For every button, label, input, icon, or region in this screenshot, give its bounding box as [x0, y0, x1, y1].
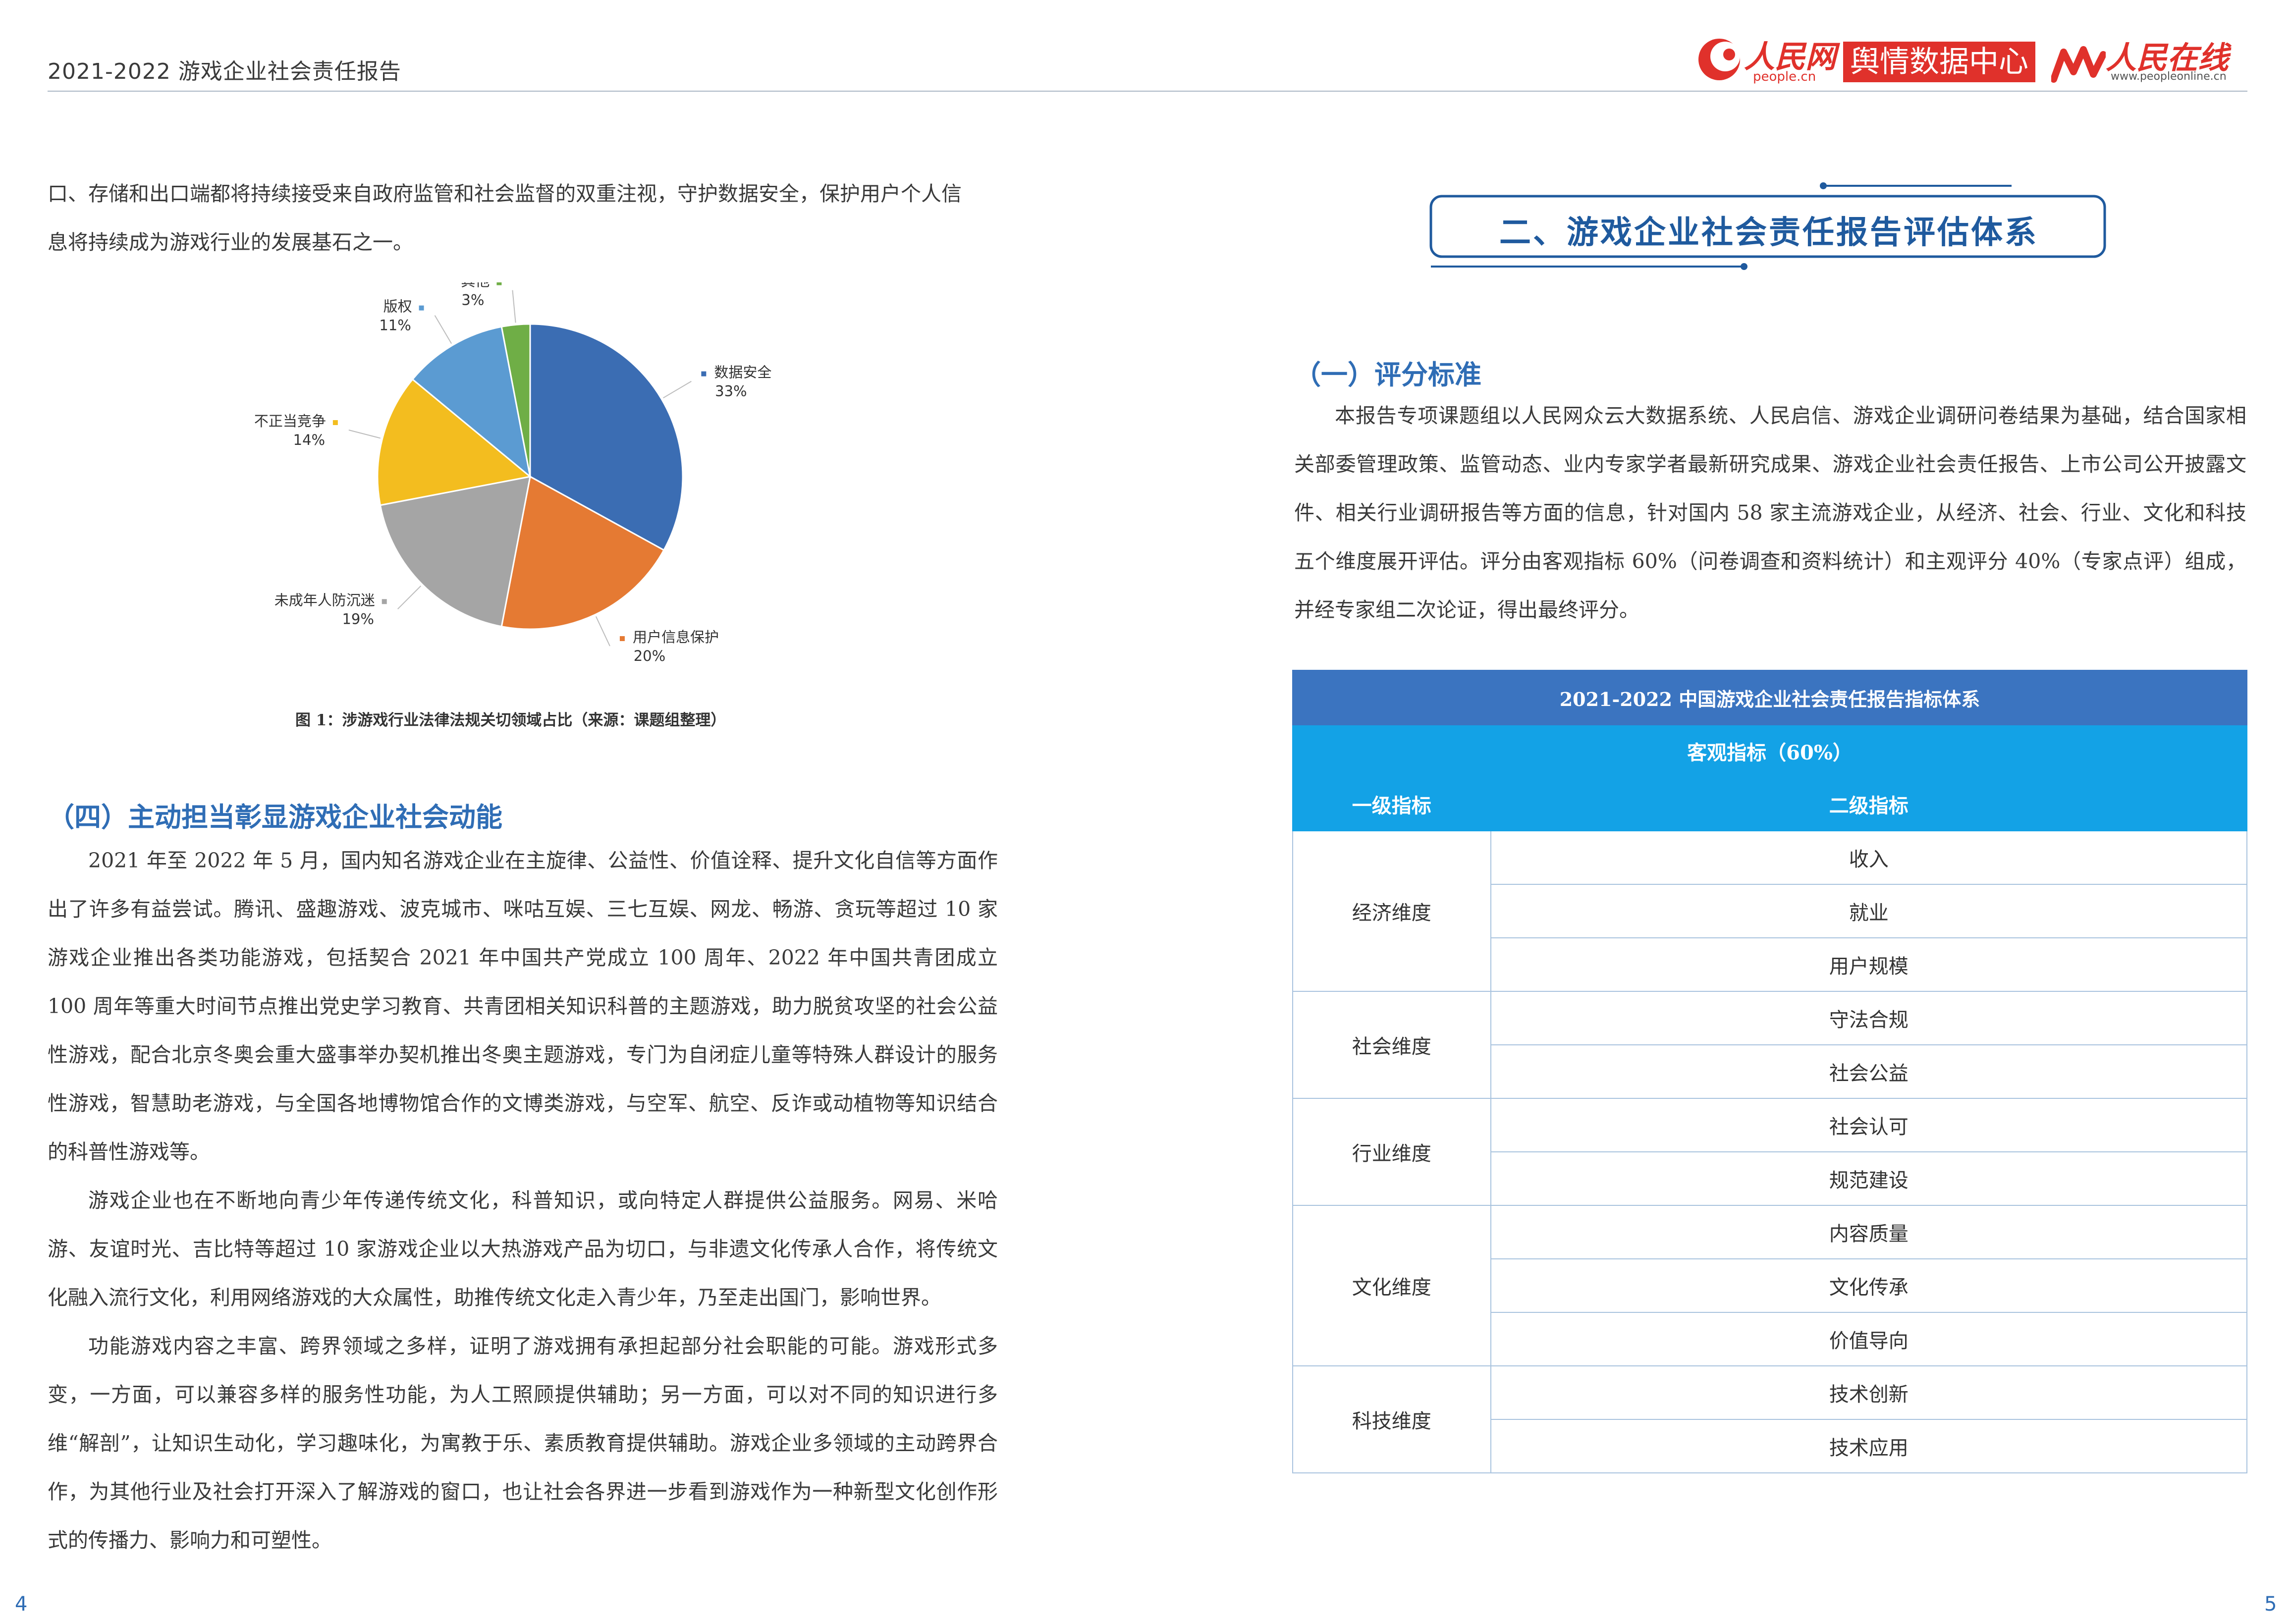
pie-category-label-4: 不正当竞争 — [254, 413, 326, 430]
pie-legend-swatch-2 — [619, 636, 625, 642]
level1-indicator-cell: 文化维度 — [1292, 1205, 1491, 1366]
header-divider — [48, 91, 2247, 92]
level2-indicator-cell: 守法合规 — [1490, 991, 2248, 1045]
people-cn-url: people.cn — [1753, 69, 1816, 84]
level2-indicator-cell: 社会认可 — [1490, 1098, 2248, 1152]
table-row: 文化维度 内容质量 — [1292, 1205, 2248, 1366]
intro-line-2: 息将持续成为游戏行业的发展基石之一。 — [48, 230, 413, 254]
table-row: 科技维度 技术创新 — [1292, 1365, 2248, 1473]
pie-leader-line-3 — [397, 585, 422, 609]
pie-value-label-4: 14% — [293, 432, 325, 448]
level2-indicator-cell: 社会公益 — [1490, 1044, 2248, 1099]
page-number-right: 5 — [2264, 1593, 2277, 1616]
pie-category-label-1: 数据安全 — [714, 364, 771, 381]
pie-legend-swatch-6 — [496, 282, 502, 285]
section-banner-title: 二、游戏企业社会责任报告评估体系 — [1499, 215, 2038, 251]
level1-indicator-cell: 科技维度 — [1292, 1365, 1491, 1473]
table-row: 社会维度 守法合规 — [1292, 991, 2248, 1099]
section-heading-four: （四）主动担当彰显游戏企业社会动能 — [48, 801, 502, 833]
indicator-system-table: 2021-2022 中国游戏企业社会责任报告指标体系 客观指标（60%） 一级指… — [1292, 670, 2248, 1473]
left-intro-text: 口、存储和出口端都将持续接受来自政府监管和社会监督的双重注视，守护数据安全，保护… — [48, 169, 998, 267]
table-subtitle-row: 客观指标（60%） — [1292, 724, 2247, 778]
legal-focus-pie-chart: 数据安全 33% 用户信息保护 20% 未成年人防沉迷 19% 不正当竞争 14% 版权 11% 其… — [254, 282, 771, 664]
level2-indicator-cell: 收入 — [1490, 830, 2248, 885]
intro-line-1: 口、存储和出口端都将持续接受来自政府监管和社会监督的双重注视，守护数据安全，保护… — [48, 182, 962, 206]
column-header-level2: 二级指标 — [1490, 777, 2248, 831]
figure-caption: 图 1：涉游戏行业法律法规关切领域占比（来源：课题组整理） — [295, 711, 726, 729]
column-header-level1: 一级指标 — [1292, 777, 1491, 831]
level2-indicator-cell: 技术创新 — [1490, 1365, 2248, 1420]
level2-indicator-cell: 技术应用 — [1490, 1419, 2248, 1473]
pie-category-label-3: 未成年人防沉迷 — [274, 592, 375, 608]
pie-value-label-1: 33% — [715, 383, 747, 400]
people-online-url: www.peopleonline.cn — [2111, 70, 2227, 83]
level1-indicator-cell: 经济维度 — [1292, 830, 1491, 992]
level2-indicator-cell: 就业 — [1490, 884, 2248, 938]
pie-category-label-2: 用户信息保护 — [633, 629, 719, 646]
level1-indicator-cell: 社会维度 — [1292, 991, 1491, 1099]
pie-legend-swatch-4 — [332, 420, 338, 425]
table-subtitle: 客观指标（60%） — [1292, 724, 2247, 778]
pie-leader-line-6 — [512, 290, 516, 323]
pie-leader-line-1 — [663, 380, 692, 399]
pie-category-label-5: 版权 — [383, 298, 412, 315]
level2-indicator-cell: 价值导向 — [1490, 1312, 2248, 1366]
pie-legend-swatch-3 — [382, 599, 387, 604]
table-row: 行业维度 社会认可 — [1292, 1098, 2248, 1206]
pie-value-label-5: 11% — [379, 317, 411, 334]
left-body-text: 2021 年至 2022 年 5 月，国内知名游戏企业在主旋律、公益性、价值诠释… — [48, 836, 998, 1565]
level2-indicator-cell: 文化传承 — [1490, 1258, 2248, 1313]
table-header-row: 一级指标 二级指标 — [1292, 777, 2248, 831]
table-title: 2021-2022 中国游戏企业社会责任报告指标体系 — [1292, 670, 2247, 725]
left-paragraph-2: 游戏企业也在不断地向青少年传递传统文化，科普知识，或向特定人群提供公益服务。网易… — [48, 1189, 998, 1309]
pie-leader-line-5 — [434, 315, 452, 344]
left-paragraph-3: 功能游戏内容之丰富、跨界领域之多样，证明了游戏拥有承担起部分社会职能的可能。游戏… — [48, 1334, 998, 1552]
pie-legend-swatch-1 — [701, 371, 707, 377]
people-online-logo-icon — [2051, 46, 2106, 83]
table-row: 经济维度 收入 — [1292, 830, 2248, 992]
right-body-text: 本报告专项课题组以人民网众云大数据系统、人民启信、游戏企业调研问卷结果为基础，结… — [1294, 391, 2246, 634]
pie-legend-swatch-5 — [419, 305, 424, 311]
report-running-title: 2021-2022 游戏企业社会责任报告 — [48, 59, 401, 84]
level1-indicator-cell: 行业维度 — [1292, 1098, 1491, 1206]
public-opinion-center-label: 舆情数据中心 — [1850, 45, 2028, 79]
pie-value-label-2: 20% — [634, 648, 665, 664]
public-opinion-center-badge: 舆情数据中心 — [1843, 42, 2035, 82]
level2-indicator-cell: 用户规模 — [1490, 937, 2248, 992]
pie-value-label-6: 3% — [461, 292, 484, 309]
pie-leader-line-4 — [348, 430, 381, 439]
page-number-left: 4 — [15, 1593, 28, 1616]
subheading-scoring-criteria: （一）评分标准 — [1294, 359, 1481, 390]
header-logos: 人民网 people.cn 舆情数据中心 人民在线 www.peopleonli… — [1694, 31, 2249, 85]
level2-indicator-cell: 内容质量 — [1490, 1205, 2248, 1259]
people-cn-logo-icon — [1698, 39, 1740, 80]
right-paragraph: 本报告专项课题组以人民网众云大数据系统、人民启信、游戏企业调研问卷结果为基础，结… — [1294, 404, 2246, 622]
pie-slices — [377, 323, 684, 630]
left-paragraph-1: 2021 年至 2022 年 5 月，国内知名游戏企业在主旋律、公益性、价值诠释… — [48, 849, 998, 1164]
pie-category-label-6: 其他 — [461, 282, 490, 290]
table-title-row: 2021-2022 中国游戏企业社会责任报告指标体系 — [1292, 670, 2247, 725]
pie-leader-line-2 — [595, 616, 610, 647]
pie-value-label-3: 19% — [342, 610, 374, 627]
level2-indicator-cell: 规范建设 — [1490, 1151, 2248, 1206]
